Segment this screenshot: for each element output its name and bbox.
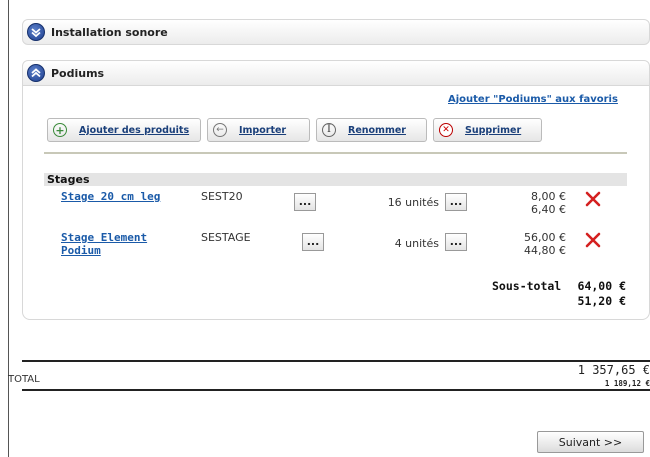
total-label: TOTAL — [8, 374, 40, 385]
divider — [44, 152, 627, 154]
total-value-discounted: 1 189,12 € — [604, 379, 650, 388]
product-quantity: 4 unités — [394, 237, 439, 250]
price-discounted: 44,80 € — [524, 244, 566, 257]
delete-label: Supprimer — [465, 124, 522, 136]
rename-icon: I — [322, 123, 336, 137]
price-unit: 56,00 € — [524, 231, 566, 244]
subtotal-value1: 64,00 € — [577, 279, 626, 293]
next-button[interactable]: Suivant >> — [537, 431, 644, 453]
product-ref: SEST20 — [201, 190, 243, 203]
total-divider-bottom — [22, 389, 650, 391]
product-name-link[interactable]: Stage 20 cm leg — [61, 190, 160, 203]
quantity-edit-button[interactable]: ... — [445, 193, 467, 211]
product-ref: SESTAGE — [201, 231, 251, 244]
product-options-button[interactable]: ... — [302, 233, 324, 251]
price-unit: 8,00 € — [531, 190, 566, 203]
quantity-edit-button[interactable]: ... — [445, 233, 467, 251]
remove-item-icon[interactable] — [584, 231, 602, 249]
subtotal-value: 64,00 € 51,20 € — [560, 279, 626, 309]
product-name-line1: Stage 20 cm leg — [61, 190, 161, 203]
section-header-podiums[interactable]: Podiums — [22, 60, 650, 86]
dots-label: ... — [449, 235, 463, 248]
chevron-up-icon[interactable] — [27, 64, 45, 82]
plus-icon: + — [53, 123, 67, 137]
product-name-link[interactable]: Stage Element Podium — [61, 231, 147, 257]
import-label: Importer — [239, 124, 287, 136]
section-title-podiums: Podiums — [51, 66, 105, 80]
dots-label: ... — [298, 195, 312, 208]
group-title-stages: Stages — [44, 173, 627, 186]
add-favorite-link[interactable]: Ajouter "Podiums" aux favoris — [448, 94, 618, 105]
product-name-line1: Stage Element — [61, 231, 148, 244]
product-quantity: 16 unités — [387, 196, 439, 209]
total-value: 1 357,65 € — [577, 363, 650, 377]
subtotal-value2: 51,20 € — [577, 294, 626, 308]
delete-circle-icon: ✕ — [439, 123, 453, 137]
left-border — [8, 0, 9, 457]
dots-label: ... — [449, 195, 463, 208]
rename-label: Renommer — [348, 124, 406, 136]
product-name-line2: Podium — [61, 244, 101, 257]
section-header-installation[interactable]: Installation sonore — [22, 19, 650, 45]
section-title-installation: Installation sonore — [51, 25, 168, 39]
product-options-button[interactable]: ... — [294, 193, 316, 211]
product-price: 8,00 € 6,40 € — [500, 190, 566, 216]
remove-item-icon[interactable] — [584, 190, 602, 208]
import-button[interactable]: ← Importer — [207, 118, 310, 142]
subtotal-label: Sous-total — [492, 279, 562, 293]
chevron-down-icon[interactable] — [27, 23, 45, 41]
add-products-label: Ajouter des produits — [79, 124, 190, 136]
import-icon: ← — [213, 123, 227, 137]
product-price: 56,00 € 44,80 € — [500, 231, 566, 257]
total-divider-top — [22, 360, 650, 362]
rename-button[interactable]: I Renommer — [316, 118, 427, 142]
delete-button[interactable]: ✕ Supprimer — [433, 118, 542, 142]
dots-label: ... — [306, 235, 320, 248]
price-discounted: 6,40 € — [531, 203, 566, 216]
add-products-button[interactable]: + Ajouter des produits — [47, 118, 201, 142]
